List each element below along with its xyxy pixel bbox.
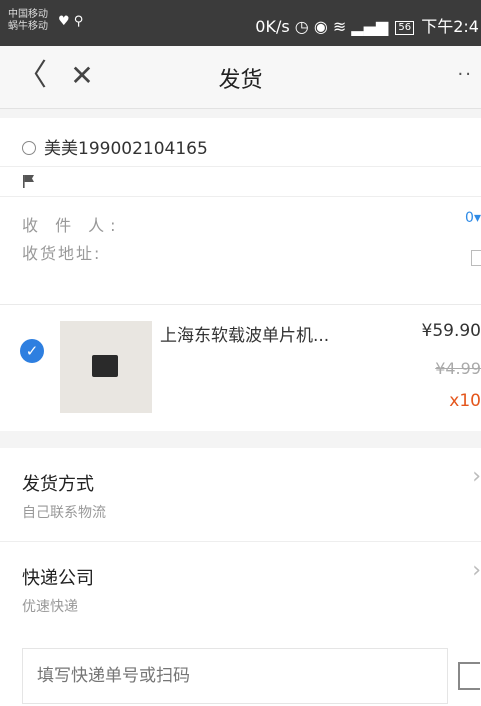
more-icon[interactable]: ·· xyxy=(458,64,473,85)
courier-company-title: 快递公司 xyxy=(22,568,94,589)
product-price: ¥59.90 xyxy=(421,321,481,341)
divider xyxy=(0,196,481,197)
copy-icon[interactable] xyxy=(471,250,481,266)
product-quantity: x10 xyxy=(449,391,481,411)
product-title: 上海东软载波单片机... xyxy=(160,326,330,346)
original-price: ¥4.99 xyxy=(435,359,481,378)
recipient-value[interactable]: 0▾ xyxy=(465,210,481,226)
flag-icon xyxy=(23,175,34,188)
buyer-name: 美美199002104165 xyxy=(44,139,208,159)
clock-icon xyxy=(22,141,36,155)
buyer-card: 美美199002104165 收 件 人: 0▾ 收货地址: xyxy=(0,118,481,304)
recipient-label: 收 件 人: xyxy=(22,216,122,235)
network-speed: 0K/s xyxy=(255,17,290,36)
product-image xyxy=(60,321,152,413)
chevron-right-icon: › xyxy=(472,558,481,583)
chevron-right-icon: › xyxy=(472,464,481,489)
shipping-card: 发货方式 自己联系物流 › 快递公司 优速快递 › xyxy=(0,448,481,636)
courier-company-value: 优速快递 xyxy=(22,599,78,615)
tracking-section xyxy=(0,636,481,706)
recipient-value-fragment: 0 xyxy=(465,210,474,226)
signal-icon: ▂▄▆ xyxy=(351,17,389,36)
nav-bar: 〈 ✕ 发货 ·· xyxy=(0,46,481,109)
page-title: 发货 xyxy=(218,68,263,93)
heart-icon: ♥ xyxy=(58,14,70,29)
status-time: 下午2:4 xyxy=(421,17,479,36)
battery-icon: 56 xyxy=(395,21,415,35)
alarm-icon: ◷ xyxy=(294,17,309,36)
shipping-method-title: 发货方式 xyxy=(22,474,94,495)
carrier-info: 中国移动 蜗牛移动 xyxy=(8,9,48,33)
courier-company-row[interactable]: 快递公司 优速快递 › xyxy=(0,542,481,635)
check-icon[interactable]: ✓ xyxy=(20,339,44,363)
carrier-line-2: 蜗牛移动 xyxy=(8,21,48,32)
chip-icon xyxy=(92,355,118,377)
status-icons-left: ♥ ⚲ xyxy=(58,14,83,29)
eye-icon: ◉ xyxy=(313,17,328,36)
status-right: 0K/s ◷ ◉ ≋ ▂▄▆ 56 下午2:4 xyxy=(255,13,479,37)
wifi-icon: ≋ xyxy=(332,17,347,36)
goods-card: ✓ 上海东软载波单片机... ¥59.90 ¥4.99 x10 xyxy=(0,304,481,431)
status-bar: 中国移动 蜗牛移动 ♥ ⚲ 0K/s ◷ ◉ ≋ ▂▄▆ 56 下午2:4 xyxy=(0,0,481,46)
key-icon: ⚲ xyxy=(73,14,84,29)
scan-icon[interactable] xyxy=(458,662,480,690)
divider xyxy=(0,166,481,167)
shipping-method-value: 自己联系物流 xyxy=(22,505,106,521)
buyer-row: 美美199002104165 xyxy=(22,134,208,159)
address-label: 收货地址: xyxy=(22,244,102,263)
tracking-number-input[interactable] xyxy=(22,648,448,704)
carrier-line-1: 中国移动 xyxy=(8,9,48,20)
shipping-method-row[interactable]: 发货方式 自己联系物流 › xyxy=(0,448,481,542)
dropdown-icon: ▾ xyxy=(473,210,481,226)
